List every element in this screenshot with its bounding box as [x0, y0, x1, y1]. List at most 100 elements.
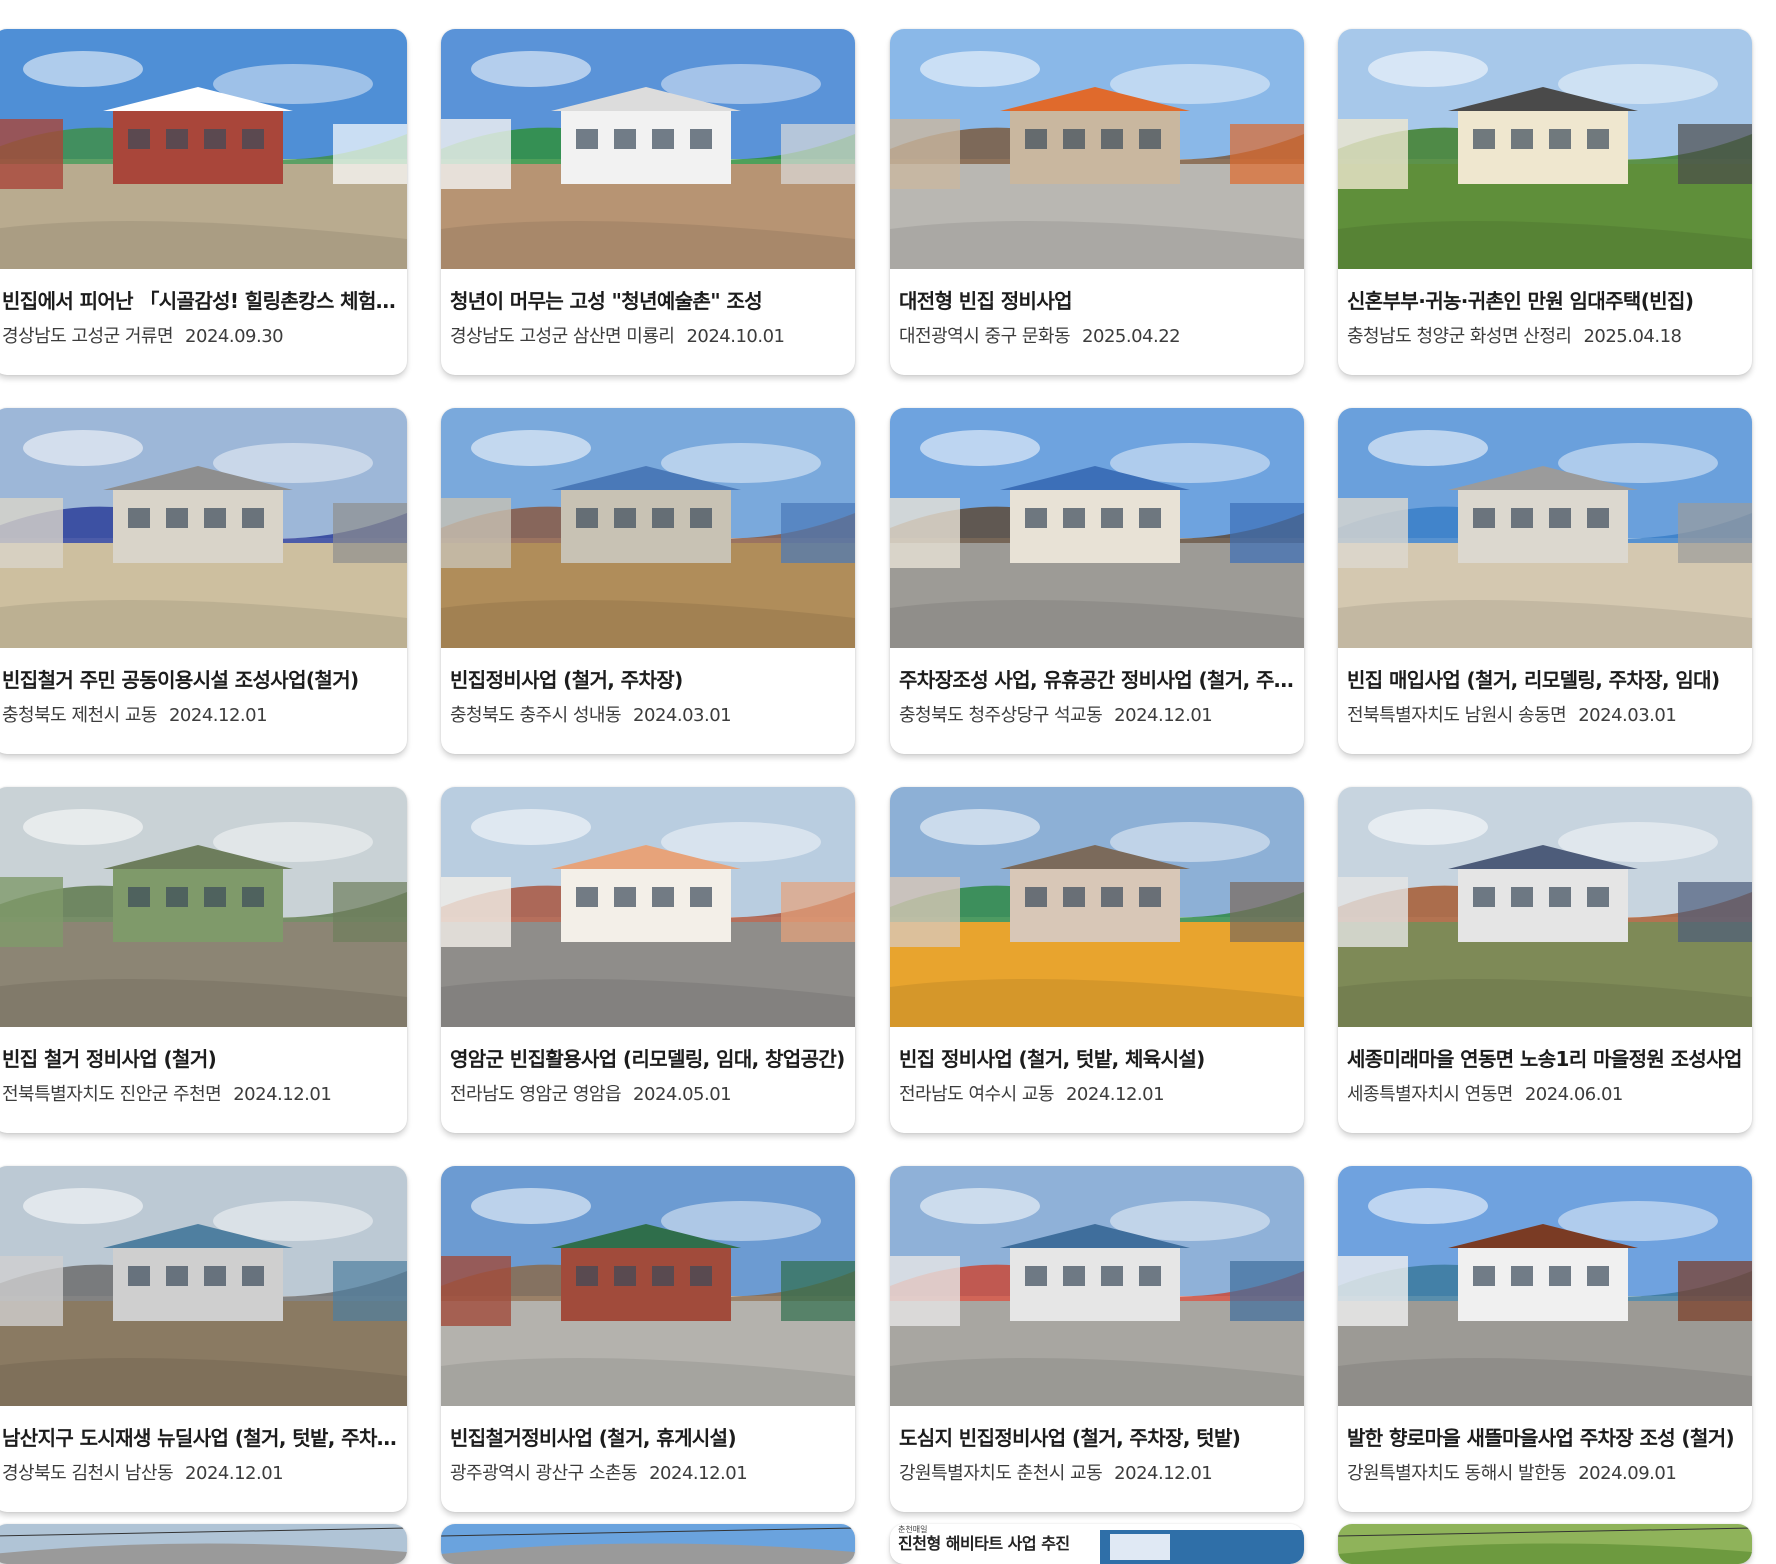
project-title[interactable]: 도심지 빈집정비사업 (철거, 주차장, 텃밭)	[899, 1422, 1295, 1451]
project-location: 경상북도 김천시 남산동	[2, 1463, 174, 1484]
project-thumbnail[interactable]	[0, 1166, 407, 1406]
project-location: 경상남도 고성군 거류면	[2, 326, 174, 347]
project-title[interactable]: 발한 향로마을 새뜰마을사업 주차장 조성 (철거)	[1347, 1422, 1743, 1451]
project-thumbnail[interactable]	[441, 408, 855, 648]
project-card[interactable]: 빈집철거 주민 공동이용시설 조성사업(철거) 충청북도 제천시 교동 2024.1…	[0, 408, 407, 754]
project-thumbnail[interactable]	[1338, 787, 1752, 1027]
project-photo	[0, 408, 407, 648]
project-title[interactable]: 빈집정비사업 (철거, 주차장)	[450, 664, 846, 693]
project-title[interactable]: 빈집 매입사업 (철거, 리모델링, 주차장, 임대)	[1347, 664, 1743, 693]
project-thumbnail[interactable]	[0, 29, 407, 269]
project-title[interactable]: 세종미래마을 연동면 노송1리 마을정원 조성사업	[1347, 1043, 1743, 1072]
project-card[interactable]: 도심지 빈집정비사업 (철거, 주차장, 텃밭) 강원특별자치도 춘천시 교동 20…	[890, 1166, 1304, 1512]
project-photo	[890, 787, 1304, 1027]
project-photo	[1338, 787, 1752, 1027]
project-card[interactable]: 빈집 정비사업 (철거, 텃밭, 체육시설) 전라남도 여수시 교동 2024.12…	[890, 787, 1304, 1133]
project-date: 2025.04.18	[1583, 326, 1682, 347]
project-photo	[1338, 408, 1752, 648]
project-location: 전라남도 여수시 교동	[899, 1084, 1054, 1105]
project-title[interactable]: 대전형 빈집 정비사업	[899, 285, 1295, 314]
project-card[interactable]: 빈집 철거 정비사업 (철거) 전북특별자치도 진안군 주천면 2024.12.01	[0, 787, 407, 1133]
project-location: 대전광역시 중구 문화동	[899, 326, 1071, 347]
project-card[interactable]: 빈집에서 피어난 「시골감성! 힐링촌캉스 체험관」 경상남도 고성군 거류면 20…	[0, 29, 407, 375]
project-card[interactable]: 남산지구 도시재생 뉴딜사업 (철거, 텃밭, 주차장) 경상북도 김천시 남산동…	[0, 1166, 407, 1512]
project-photo	[441, 408, 855, 648]
project-date: 2024.12.01	[1114, 705, 1213, 726]
project-card[interactable]: 세종미래마을 연동면 노송1리 마을정원 조성사업세종특별자치시 연동면 2024…	[1338, 787, 1752, 1133]
project-photo	[0, 29, 407, 269]
project-title[interactable]: 빈집 정비사업 (철거, 텃밭, 체육시설)	[899, 1043, 1295, 1072]
project-thumbnail[interactable]	[890, 787, 1304, 1027]
project-title[interactable]: 주차장조성 사업, 유휴공간 정비사업 (철거, 주차장)	[899, 664, 1295, 693]
card-grid: 빈집에서 피어난 「시골감성! 힐링촌캉스 체험관」 경상남도 고성군 거류면 20…	[0, 0, 1776, 1564]
project-thumbnail[interactable]	[890, 29, 1304, 269]
project-thumbnail[interactable]	[441, 1166, 855, 1406]
project-thumbnail[interactable]	[441, 29, 855, 269]
project-title[interactable]: 빈집 철거 정비사업 (철거)	[2, 1043, 398, 1072]
project-card[interactable]: 발한 향로마을 새뜰마을사업 주차장 조성 (철거) 강원특별자치도 동해시 발한…	[1338, 1166, 1752, 1512]
project-location: 전북특별자치도 남원시 송동면	[1347, 705, 1567, 726]
project-date: 2024.12.01	[185, 1463, 284, 1484]
project-date: 2024.03.01	[633, 705, 732, 726]
project-title[interactable]: 빈집철거정비사업 (철거, 휴게시설)	[450, 1422, 846, 1451]
project-date: 2024.12.01	[649, 1463, 748, 1484]
project-date: 2024.12.01	[168, 705, 268, 726]
project-date: 2024.12.01	[1065, 1084, 1165, 1105]
project-location: 전라남도 영암군 영암읍	[450, 1084, 622, 1105]
project-thumbnail[interactable]	[0, 408, 407, 648]
project-card[interactable]: 빈집 매입사업 (철거, 리모델링, 주차장, 임대) 전북특별자치도 남원시 송…	[1338, 408, 1752, 754]
project-location: 전북특별자치도 진안군 주천면	[2, 1084, 222, 1105]
project-title[interactable]: 남산지구 도시재생 뉴딜사업 (철거, 텃밭, 주차장)	[2, 1422, 398, 1451]
project-card[interactable]: 대전형 빈집 정비사업대전광역시 중구 문화동 2025.04.22	[890, 29, 1304, 375]
project-meta: 경상남도 고성군 삼산면 미룡리 2024.10.01	[450, 322, 846, 348]
project-card[interactable]: 빈집정비사업 (철거, 주차장) 충청북도 충주시 성내동 2024.03.01	[441, 408, 855, 754]
project-card[interactable]: 주차장조성 사업, 유휴공간 정비사업 (철거, 주차장) 충청북도 청주상당구 …	[890, 408, 1304, 754]
project-photo	[0, 1524, 407, 1564]
project-photo	[441, 787, 855, 1027]
project-card-partial[interactable]: 춘천매일 진천형 해비타트 사업 추진	[890, 1524, 1304, 1564]
project-title[interactable]: 빈집철거 주민 공동이용시설 조성사업(철거)	[2, 664, 398, 693]
project-location: 광주광역시 광산구 소촌동	[450, 1463, 638, 1484]
project-meta: 강원특별자치도 동해시 발한동 2024.09.01	[1347, 1459, 1743, 1485]
project-location: 충청북도 충주시 성내동	[450, 705, 622, 726]
project-card-partial[interactable]	[1338, 1524, 1752, 1564]
project-thumbnail[interactable]	[890, 408, 1304, 648]
project-photo	[890, 1166, 1304, 1406]
project-location: 충청북도 제천시 교동	[2, 705, 157, 726]
project-card[interactable]: 영암군 빈집활용사업 (리모델링, 임대, 창업공간) 전라남도 영암군 영암읍 2…	[441, 787, 855, 1133]
project-location: 충청북도 청주상당구 석교동	[899, 705, 1103, 726]
project-title[interactable]: 영암군 빈집활용사업 (리모델링, 임대, 창업공간)	[450, 1043, 846, 1072]
project-date: 2024.10.01	[686, 326, 785, 347]
project-location: 세종특별자치시 연동면	[1347, 1084, 1513, 1105]
project-thumbnail[interactable]	[1338, 408, 1752, 648]
project-thumbnail[interactable]	[441, 787, 855, 1027]
project-location: 경상남도 고성군 삼산면 미룡리	[450, 326, 675, 347]
project-meta: 충청북도 충주시 성내동 2024.03.01	[450, 701, 846, 727]
project-date: 2024.09.01	[1578, 1463, 1677, 1484]
project-card[interactable]: 빈집철거정비사업 (철거, 휴게시설) 광주광역시 광산구 소촌동 2024.12.…	[441, 1166, 855, 1512]
project-thumbnail[interactable]	[1338, 29, 1752, 269]
project-card[interactable]: 청년이 머무는 고성 "청년예술촌" 조성경상남도 고성군 삼산면 미룡리 202…	[441, 29, 855, 375]
project-date: 2024.12.01	[233, 1084, 332, 1105]
project-thumbnail[interactable]	[1338, 1166, 1752, 1406]
project-meta: 세종특별자치시 연동면 2024.06.01	[1347, 1080, 1743, 1106]
project-thumbnail[interactable]	[0, 787, 407, 1027]
project-meta: 충청북도 제천시 교동 2024.12.01	[2, 701, 398, 727]
project-location: 강원특별자치도 춘천시 교동	[899, 1463, 1103, 1484]
project-title[interactable]: 빈집에서 피어난 「시골감성! 힐링촌캉스 체험관」	[2, 285, 398, 314]
project-photo	[441, 1166, 855, 1406]
project-meta: 충청북도 청주상당구 석교동 2024.12.01	[899, 701, 1295, 727]
project-photo	[1338, 1166, 1752, 1406]
project-meta: 전라남도 여수시 교동 2024.12.01	[899, 1080, 1295, 1106]
project-thumbnail[interactable]	[890, 1166, 1304, 1406]
project-photo	[441, 1524, 855, 1564]
project-photo	[0, 1166, 407, 1406]
project-card-partial[interactable]	[0, 1524, 407, 1564]
project-meta: 충청남도 청양군 화성면 산정리 2025.04.18	[1347, 322, 1743, 348]
project-title[interactable]: 신혼부부·귀농·귀촌인 만원 임대주택(빈집)	[1347, 285, 1743, 314]
project-card-partial[interactable]	[441, 1524, 855, 1564]
project-title[interactable]: 청년이 머무는 고성 "청년예술촌" 조성	[450, 285, 846, 314]
project-date: 2024.06.01	[1524, 1084, 1624, 1105]
project-date: 2025.04.22	[1082, 326, 1181, 347]
project-card[interactable]: 신혼부부·귀농·귀촌인 만원 임대주택(빈집) 충청남도 청양군 화성면 산정리 2…	[1338, 29, 1752, 375]
